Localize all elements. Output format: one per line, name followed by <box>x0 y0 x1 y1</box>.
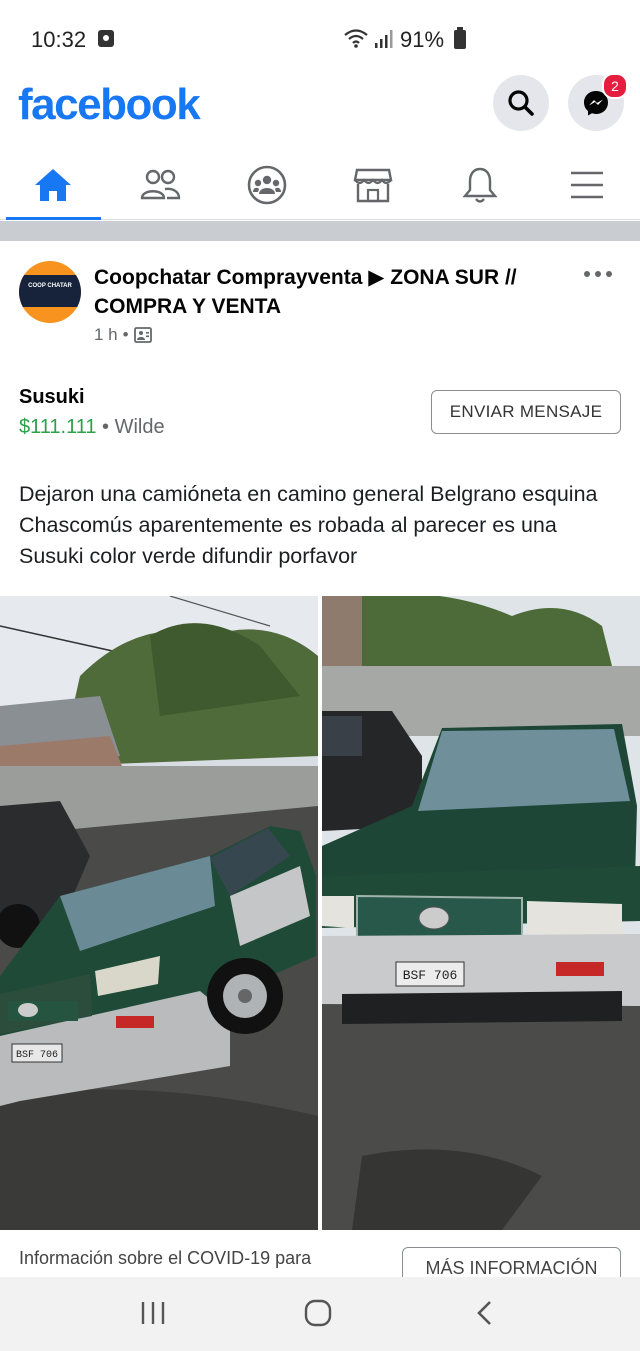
home-nav-icon[interactable] <box>304 1299 332 1327</box>
arrow-separator: ▶ <box>368 266 385 289</box>
listing-location: Wilde <box>114 416 165 438</box>
group-avatar[interactable]: COOP CHATAR <box>19 261 81 323</box>
messenger-badge: 2 <box>602 73 628 99</box>
status-bar: 10:32 91% <box>0 0 640 72</box>
messenger-button[interactable]: 2 <box>568 73 628 131</box>
meta-dot: • <box>122 325 129 344</box>
back-icon[interactable] <box>475 1299 495 1327</box>
group-privacy-icon <box>133 327 152 343</box>
tab-home[interactable] <box>0 150 107 220</box>
listing-price: $111.111 <box>19 416 97 438</box>
avatar-logo-text: COOP CHATAR <box>19 275 81 307</box>
price-dot: • <box>102 416 115 438</box>
covid-info-text: Información sobre el COVID-19 para <box>19 1248 312 1268</box>
post-header-title: Coopchatar Comprayventa ▶ ZONA SUR // CO… <box>94 263 564 321</box>
send-message-button[interactable]: ENVIAR MENSAJE <box>431 390 621 434</box>
main-tab-bar <box>0 150 640 220</box>
bell-icon <box>462 167 498 203</box>
recent-apps-icon[interactable] <box>140 1299 166 1327</box>
listing-price-line: $111.111 • Wilde <box>19 416 165 439</box>
vehicle-photo-front: BSF 706 <box>322 596 640 1230</box>
signal-icon <box>375 30 393 48</box>
search-icon <box>508 90 534 116</box>
facebook-logo[interactable]: facebook <box>18 80 201 130</box>
hamburger-menu-icon <box>570 171 603 198</box>
tab-marketplace[interactable] <box>320 150 427 219</box>
post-time[interactable]: 1 h <box>94 325 118 345</box>
post-meta: 1 h • <box>94 325 152 345</box>
tab-groups[interactable] <box>213 150 320 219</box>
marketplace-icon <box>353 168 393 202</box>
home-icon <box>35 168 72 201</box>
friends-icon <box>140 169 181 199</box>
wifi-icon <box>344 29 368 48</box>
tab-friends[interactable] <box>107 150 214 219</box>
post-photo-left[interactable]: BSF 706 <box>0 596 318 1230</box>
feed-post: COOP CHATAR Coopchatar Comprayventa ▶ ZO… <box>0 241 640 1291</box>
listing-title: Susuki <box>19 386 85 408</box>
vehicle-photo-side: BSF 706 <box>0 596 318 1230</box>
groups-icon <box>247 165 286 204</box>
license-plate-right: BSF 706 <box>403 968 458 983</box>
battery-level: 91% <box>400 27 445 52</box>
android-navigation-bar <box>0 1277 640 1351</box>
tab-notifications[interactable] <box>427 150 534 219</box>
license-plate-left: BSF 706 <box>16 1050 58 1061</box>
feed-separator <box>0 221 640 241</box>
app-header: facebook 2 <box>0 72 640 142</box>
battery-icon <box>454 27 466 49</box>
post-photo-right[interactable]: BSF 706 <box>322 596 640 1230</box>
notification-icon <box>98 30 114 47</box>
more-options-icon[interactable] <box>583 269 613 279</box>
post-body: Dejaron una camióneta en camino general … <box>19 482 598 568</box>
search-button[interactable] <box>493 75 549 131</box>
tab-menu[interactable] <box>533 150 640 219</box>
status-time: 10:32 <box>31 27 87 52</box>
group-name[interactable]: Coopchatar Comprayventa <box>94 266 362 289</box>
